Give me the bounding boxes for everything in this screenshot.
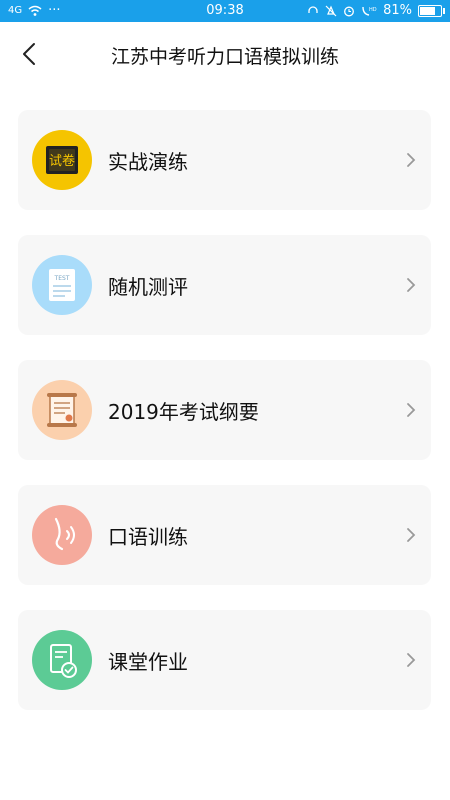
chevron-right-icon [407, 653, 416, 667]
homework-icon [32, 630, 92, 690]
menu-item-practice[interactable]: 试卷 实战演练 [18, 110, 431, 210]
headset-icon [308, 5, 318, 13]
menu-item-homework[interactable]: 课堂作业 [18, 610, 431, 710]
chevron-right-icon [407, 278, 416, 292]
menu-item-label: 随机测评 [108, 275, 188, 299]
chevron-right-icon [407, 153, 416, 167]
battery-text: 81% [383, 3, 412, 18]
battery-icon [418, 4, 445, 17]
menu-item-label: 2019年考试纲要 [108, 400, 259, 424]
menu-item-label: 课堂作业 [108, 650, 188, 674]
alarm-icon [344, 6, 355, 16]
chevron-right-icon [407, 528, 416, 542]
status-bar: 4G ··· 09:38 HD 81% [0, 0, 450, 22]
svg-text:试卷: 试卷 [49, 153, 75, 169]
mute-icon [325, 4, 337, 16]
svg-text:HD: HD [369, 7, 377, 13]
menu-item-syllabus[interactable]: 2019年考试纲要 [18, 360, 431, 460]
chevron-right-icon [407, 403, 416, 417]
menu-item-speaking[interactable]: 口语训练 [18, 485, 431, 585]
test-sheet-icon: TEST [32, 255, 92, 315]
hd-call-icon: HD [362, 6, 377, 16]
scroll-icon [32, 380, 92, 440]
menu-item-random-test[interactable]: TEST 随机测评 [18, 235, 431, 335]
svg-text:TEST: TEST [54, 275, 70, 282]
header: 江苏中考听力口语模拟训练 [0, 22, 450, 86]
speaking-icon [32, 505, 92, 565]
battery-fill [420, 6, 435, 15]
status-right: HD 81% [307, 3, 445, 18]
page-title: 江苏中考听力口语模拟训练 [110, 46, 339, 68]
exam-paper-icon: 试卷 [32, 130, 92, 190]
menu-item-label: 实战演练 [108, 150, 188, 174]
menu-item-label: 口语训练 [108, 525, 188, 549]
